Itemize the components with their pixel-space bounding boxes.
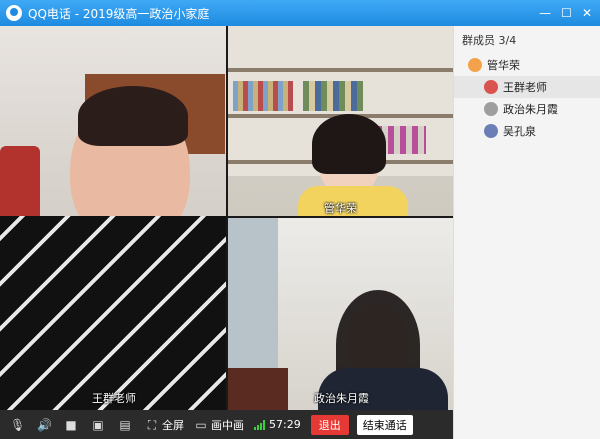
books	[233, 81, 293, 111]
presentation-button[interactable]: ▤	[118, 418, 135, 432]
member-name: 管华荣	[487, 59, 520, 72]
books-2	[303, 81, 363, 111]
qq-call-logo-icon	[6, 5, 22, 21]
camera-button[interactable]: ■	[64, 418, 81, 432]
member-count-header: 群成员 3/4	[462, 34, 517, 47]
presentation-icon: ▤	[119, 417, 131, 432]
signal-strength-icon	[254, 419, 265, 430]
exit-button[interactable]: 退出	[310, 414, 349, 435]
video-grid: 王群老师 管华荣 政治朱月霞	[0, 26, 453, 410]
speaker-icon: 🔊	[37, 417, 52, 432]
member-item[interactable]: 吴孔泉	[454, 120, 600, 142]
member-avatar-icon	[484, 124, 498, 138]
screen-share-button[interactable]: ▣	[91, 418, 108, 432]
screen-share-icon: ▣	[92, 417, 104, 432]
camera-icon: ■	[65, 417, 77, 432]
speaker-button[interactable]: 🔊	[37, 418, 54, 432]
member-avatar-icon	[484, 80, 498, 94]
maximize-icon[interactable]: ☐	[561, 6, 572, 20]
person-hair	[312, 114, 386, 174]
minimize-icon[interactable]: —	[539, 6, 551, 20]
pip-icon: ▭	[195, 417, 207, 432]
microphone-icon: 🎙	[10, 417, 26, 432]
member-name: 吴孔泉	[503, 125, 536, 138]
title-bar: QQ电话 - 2019级高一政治小家庭 — ☐ ✕	[0, 0, 600, 26]
close-icon[interactable]: ✕	[582, 6, 592, 20]
video-tile-guanhuarong[interactable]: 管华荣	[228, 26, 453, 216]
end-call-button[interactable]: 结束通话	[356, 414, 413, 435]
fullscreen-icon: ⛶	[147, 417, 157, 432]
video-label: 政治朱月霞	[314, 392, 369, 405]
pip-label: 画中画	[211, 418, 244, 432]
member-item[interactable]: 管华荣	[454, 54, 600, 76]
window-title: QQ电话 - 2019级高一政治小家庭	[28, 6, 210, 21]
microphone-button[interactable]: 🎙	[10, 418, 27, 432]
call-timer: 57:29	[254, 418, 301, 431]
video-tile-zhuyuexia[interactable]: 政治朱月霞	[228, 218, 453, 410]
person-hair	[78, 86, 188, 146]
video-tile-wangqun[interactable]: 王群老师	[0, 26, 226, 410]
member-item[interactable]: 政治朱月霞	[454, 98, 600, 120]
timer-text: 57:29	[269, 418, 301, 431]
fullscreen-label: 全屏	[162, 418, 184, 432]
video-label: 管华荣	[324, 202, 357, 215]
person-jacket	[0, 216, 226, 410]
member-name: 政治朱月霞	[503, 103, 558, 116]
member-name: 王群老师	[503, 81, 547, 94]
video-label: 王群老师	[92, 392, 136, 405]
background-chair	[228, 368, 288, 410]
member-item[interactable]: 王群老师	[454, 76, 600, 98]
call-toolbar: 🎙 🔊 ■ ▣ ▤ ⛶ 全屏 ▭ 画中画 57:29 退出 结束通话	[0, 410, 453, 439]
member-avatar-icon	[484, 102, 498, 116]
member-avatar-icon	[468, 58, 482, 72]
fullscreen-button[interactable]: ⛶ 全屏	[145, 417, 184, 433]
picture-in-picture-button[interactable]: ▭ 画中画	[194, 417, 244, 433]
member-sidebar: 群成员 3/4 管华荣王群老师政治朱月霞吴孔泉	[453, 26, 600, 439]
